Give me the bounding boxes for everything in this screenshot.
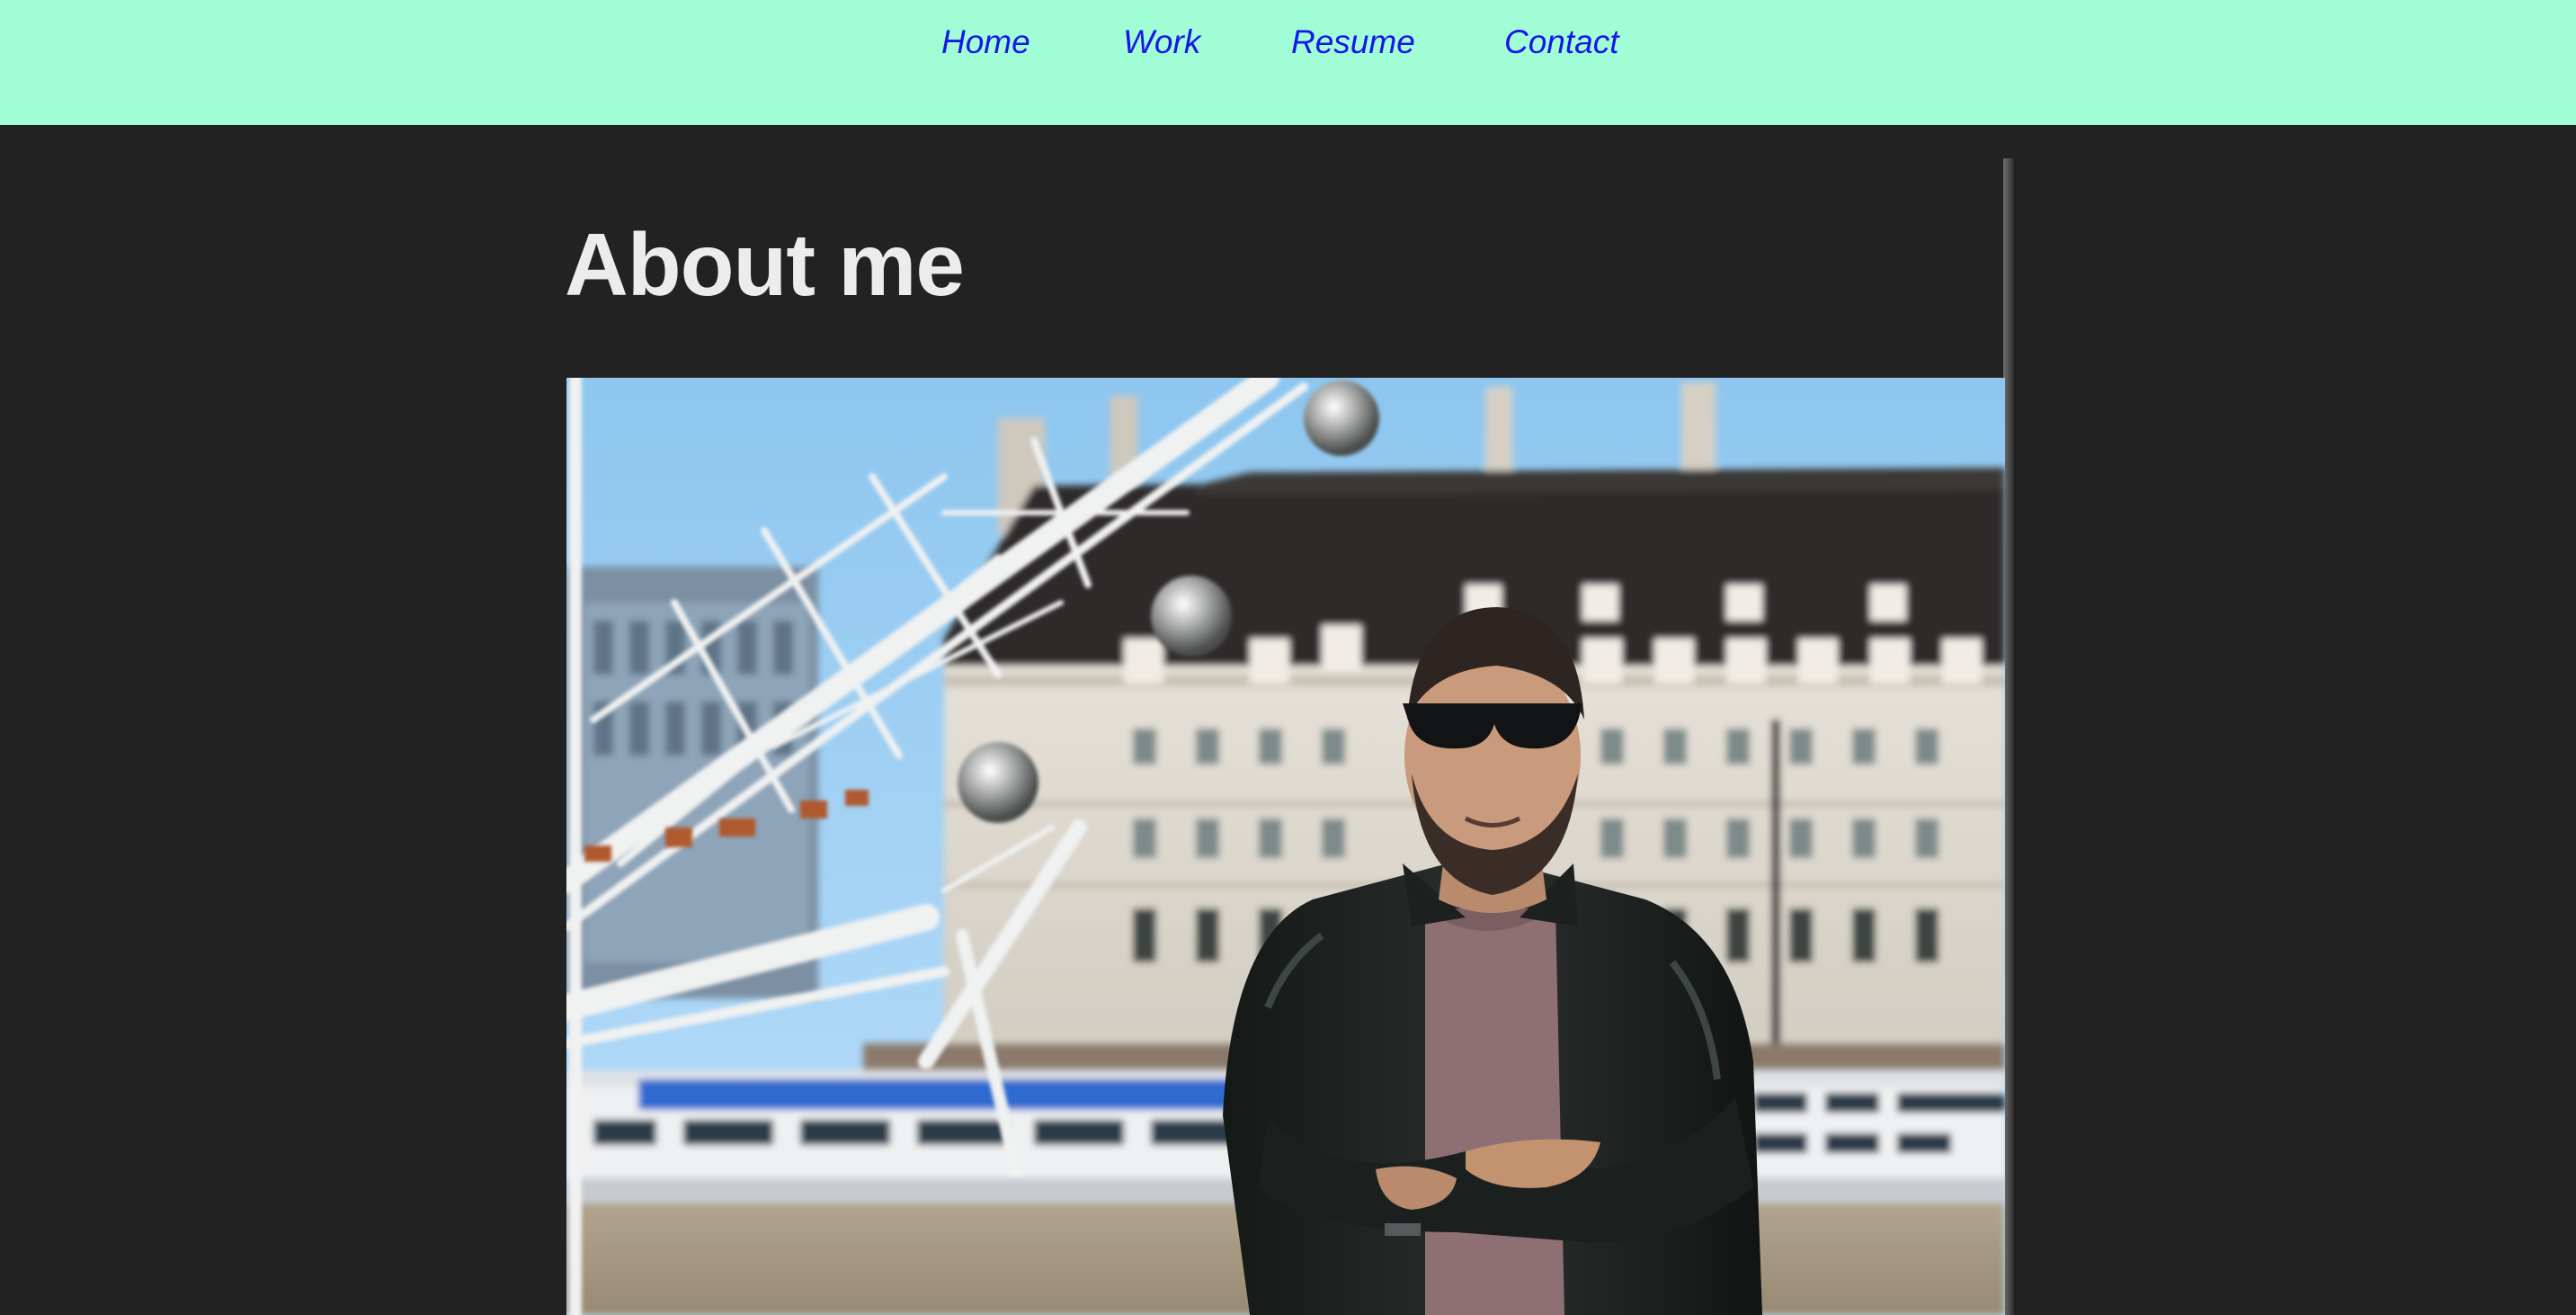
- page-title: About me: [565, 215, 965, 314]
- nav-link-contact[interactable]: Contact: [1504, 13, 1619, 72]
- nav-menu: Home Work Resume Contact: [0, 13, 2576, 72]
- nav-link-home[interactable]: Home: [941, 13, 1030, 72]
- nav-link-resume[interactable]: Resume: [1291, 13, 1415, 72]
- top-navigation-bar: Home Work Resume Contact: [0, 0, 2576, 125]
- profile-photo: [566, 378, 2005, 1315]
- nav-link-work[interactable]: Work: [1123, 13, 1200, 72]
